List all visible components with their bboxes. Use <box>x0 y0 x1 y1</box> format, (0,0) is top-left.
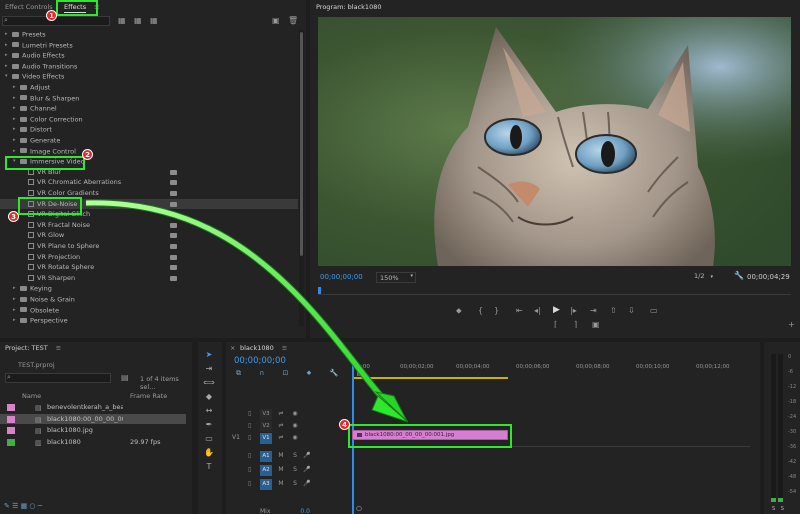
drag-arrow <box>85 199 409 423</box>
